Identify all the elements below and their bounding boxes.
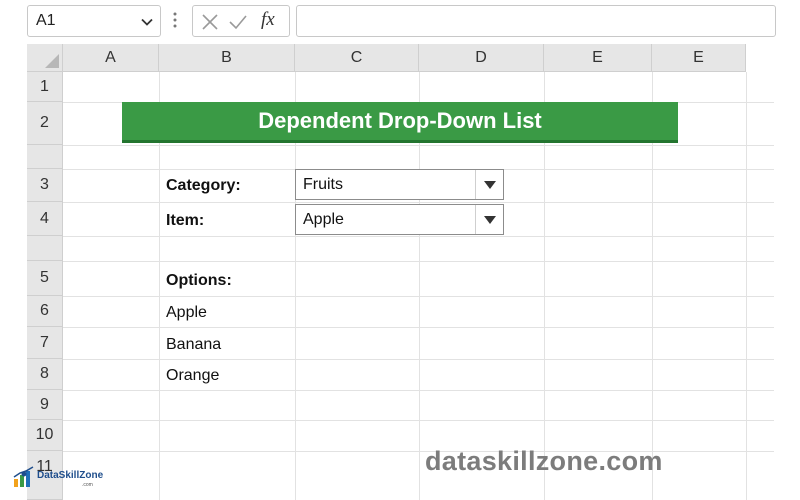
gridline xyxy=(746,72,747,500)
options-label: Options: xyxy=(166,272,232,289)
fx-icon[interactable]: fx xyxy=(261,9,275,31)
row-header-9[interactable]: 9 xyxy=(27,390,63,420)
item-dropdown-value: Apple xyxy=(303,211,344,228)
row-header-4[interactable]: 4 xyxy=(27,202,63,236)
logo-sub: .com xyxy=(82,482,93,488)
category-dropdown-value: Fruits xyxy=(303,176,343,193)
column-header-d[interactable]: D xyxy=(419,44,544,72)
column-header-e-second[interactable]: E xyxy=(652,44,746,72)
item-dropdown[interactable]: Apple xyxy=(295,204,504,235)
formula-bar: A1 fx xyxy=(0,0,800,44)
row-header-5[interactable]: 5 xyxy=(27,261,63,296)
option-banana[interactable]: Banana xyxy=(166,336,221,354)
formula-input[interactable] xyxy=(296,5,776,37)
column-header-a[interactable]: A xyxy=(63,44,159,72)
brand-logo: DataSkillZone .com xyxy=(12,463,107,493)
formula-actions: fx xyxy=(192,5,290,37)
column-header-b[interactable]: B xyxy=(159,44,295,72)
category-label: Category: xyxy=(166,177,241,194)
option-apple[interactable]: Apple xyxy=(166,304,207,322)
name-box-value: A1 xyxy=(36,12,56,29)
column-header-e[interactable]: E xyxy=(544,44,652,72)
category-dropdown-button[interactable] xyxy=(475,170,503,199)
row-header-2[interactable]: 2 xyxy=(27,102,63,145)
watermark-text: dataskillzone.com xyxy=(425,446,663,476)
category-dropdown[interactable]: Fruits xyxy=(295,169,504,200)
row-header-spacer-b xyxy=(27,236,63,261)
select-all-corner[interactable] xyxy=(27,44,63,72)
row-header-spacer-a xyxy=(27,145,63,169)
check-icon[interactable] xyxy=(228,13,248,31)
sheet-title-banner: Dependent Drop-Down List xyxy=(122,102,678,143)
bar-chart-logo-icon xyxy=(13,466,34,487)
name-box[interactable]: A1 xyxy=(27,5,161,37)
row-header-7[interactable]: 7 xyxy=(27,327,63,359)
row-header-1[interactable]: 1 xyxy=(27,72,63,102)
option-orange[interactable]: Orange xyxy=(166,367,219,385)
row-header-3[interactable]: 3 xyxy=(27,169,63,202)
row-header-8[interactable]: 8 xyxy=(27,359,63,390)
dropdown-arrow-icon xyxy=(484,181,496,189)
logo-name: DataSkillZone xyxy=(37,470,104,481)
item-dropdown-button[interactable] xyxy=(475,205,503,234)
column-header-c[interactable]: C xyxy=(295,44,419,72)
x-icon[interactable] xyxy=(201,13,219,31)
more-options-icon[interactable] xyxy=(171,9,179,31)
item-label: Item: xyxy=(166,212,205,229)
row-header-6[interactable]: 6 xyxy=(27,296,63,327)
dropdown-arrow-icon xyxy=(484,216,496,224)
chevron-down-icon[interactable] xyxy=(140,15,154,29)
row-header-10[interactable]: 10 xyxy=(27,420,63,451)
